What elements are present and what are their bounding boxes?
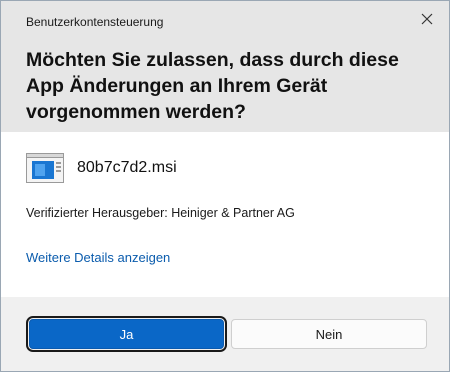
window-title: Benutzerkontensteuerung: [26, 15, 164, 29]
yes-button[interactable]: Ja: [26, 316, 227, 352]
msi-installer-icon: [26, 153, 64, 183]
file-info: 80b7c7d2.msi: [26, 152, 177, 184]
uac-dialog: Benutzerkontensteuerung Möchten Sie zula…: [0, 0, 450, 372]
dialog-header: Benutzerkontensteuerung Möchten Sie zula…: [1, 1, 449, 132]
file-name: 80b7c7d2.msi: [77, 159, 177, 176]
dialog-heading: Möchten Sie zulassen, dass durch diese A…: [26, 49, 399, 123]
more-details-link[interactable]: Weitere Details anzeigen: [26, 250, 170, 265]
close-button[interactable]: [413, 7, 441, 31]
dialog-footer: Ja Nein: [1, 297, 449, 371]
close-icon: [421, 13, 433, 25]
publisher-info: Verifizierter Herausgeber: Heiniger & Pa…: [26, 206, 295, 220]
no-button[interactable]: Nein: [231, 319, 427, 349]
